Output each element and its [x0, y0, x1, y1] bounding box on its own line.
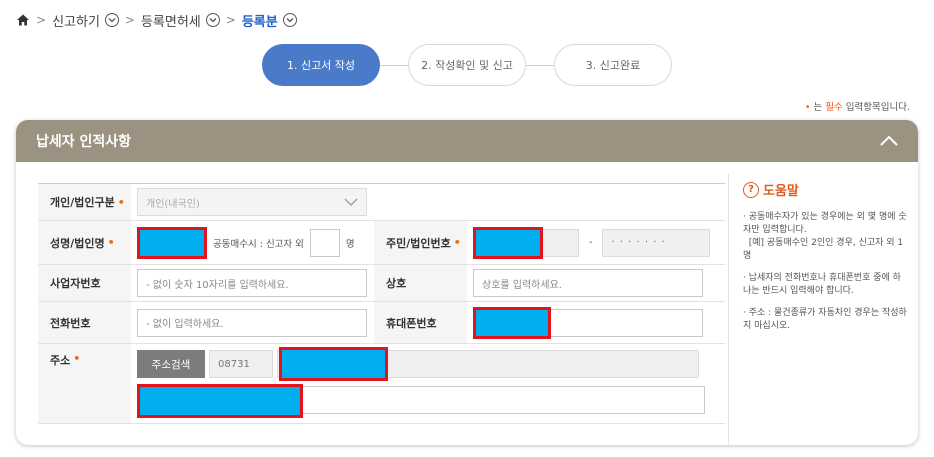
breadcrumb: > 신고하기 > 등록면허세 > 등록분 [16, 10, 297, 30]
step-write-form: 1. 신고서 작성 [262, 44, 380, 86]
phone-input[interactable]: - 없이 입력하세요. [137, 308, 367, 337]
address-detail-redacted [137, 384, 303, 418]
breadcrumb-label: 등록면허세 [140, 14, 201, 30]
chevron-right-icon: > [225, 13, 236, 27]
type-select[interactable]: 개인(내국인) [137, 188, 367, 216]
help-item: · 공동매수자가 있는 경우에는 외 몇 명에 숫자만 입력합니다. [예] 공… [743, 212, 907, 261]
mobile-label-text: 휴대폰번호 [386, 316, 437, 330]
name-input-redacted[interactable] [137, 226, 207, 259]
chevron-down-icon[interactable] [104, 13, 119, 27]
name-label: 성명/법인명 • [38, 221, 131, 264]
mobile-cell [467, 302, 725, 343]
chevron-down-icon[interactable] [282, 13, 297, 27]
collapse-button[interactable] [878, 130, 900, 152]
panel-title: 납세자 인적사항 [36, 134, 132, 150]
address-cell: 주소검색 08731 [131, 344, 725, 423]
zip-code-input[interactable]: 08731 [209, 350, 273, 378]
required-note-prefix: 는 [810, 102, 826, 113]
form-row-business: 사업자번호 - 없이 숫자 10자리를 입력하세요. 상호 상호를 입력하세요. [38, 265, 725, 302]
breadcrumb-item-license-tax[interactable]: 등록면허세 [141, 11, 220, 30]
chevron-right-icon: > [36, 13, 47, 27]
co-buyer-unit: 명 [345, 238, 355, 250]
biz-label-text: 사업자번호 [50, 277, 101, 290]
name-cell: 공동매수시 : 신고자 외 명 [131, 221, 374, 264]
step-indicator: 1. 신고서 작성 2. 작성확인 및 신고 3. 신고완료 [262, 44, 672, 86]
phone-label: 전화번호 [38, 302, 131, 343]
address-label-text: 주소 [50, 354, 71, 367]
form-row-type: 개인/법인구분 • 개인(내국인) [38, 184, 725, 221]
id-front-wrapper [473, 226, 579, 259]
trade-label-text: 상호 [386, 277, 407, 290]
taxpayer-info-panel: 납세자 인적사항 개인/법인구분 • 개인(내국인) 성명/법인명 • 공동매수시 … [16, 120, 918, 445]
required-note-suffix: 입력항목입니다. [842, 102, 910, 113]
step-confirm-report: 2. 작성확인 및 신고 [408, 44, 526, 86]
id-cell: - · · · · · · · [467, 221, 725, 264]
address-search-button[interactable]: 주소검색 [137, 350, 205, 378]
phone-cell: - 없이 입력하세요. [131, 302, 374, 343]
required-marker: • [117, 195, 125, 209]
type-label-text: 개인/법인구분 [50, 196, 115, 209]
form-row-phone: 전화번호 - 없이 입력하세요. 휴대폰번호 [38, 302, 725, 344]
mobile-redacted [473, 306, 551, 339]
required-note-highlight: 필수 [825, 102, 843, 113]
biz-number-input[interactable]: - 없이 숫자 10자리를 입력하세요. [137, 269, 367, 297]
id-label: 주민/법인번호 • [374, 221, 467, 264]
step-connector [380, 64, 408, 66]
chevron-down-icon [344, 198, 358, 206]
address-main-redacted [279, 347, 388, 381]
question-icon: ? [743, 181, 759, 198]
help-title: ? 도움말 [743, 180, 908, 199]
step-complete: 3. 신고완료 [554, 44, 672, 86]
co-buyer-label: 공동매수시 : 신고자 외 [213, 238, 304, 250]
breadcrumb-item-registration[interactable]: 등록분 [242, 11, 297, 30]
home-icon[interactable] [16, 13, 30, 27]
name-label-text: 성명/법인명 [50, 236, 105, 250]
help-title-text: 도움말 [763, 184, 799, 199]
help-item: · 주소 : 물건종류가 자동차인 경우는 작성하지 마십시오. [743, 308, 907, 331]
mobile-wrapper [473, 306, 703, 339]
type-select-value: 개인(내국인) [146, 198, 200, 210]
id-front-redacted [473, 226, 543, 259]
chevron-up-icon [880, 135, 898, 146]
panel-header: 납세자 인적사항 [16, 120, 918, 162]
phone-label-text: 전화번호 [50, 316, 91, 330]
biz-label: 사업자번호 [38, 265, 131, 301]
address-line-1: 주소검색 08731 [137, 347, 719, 381]
help-box: ? 도움말 · 공동매수자가 있는 경우에는 외 몇 명에 숫자만 입력합니다.… [728, 174, 918, 445]
breadcrumb-label: 신고하기 [52, 14, 100, 30]
form-row-address: 주소 • 주소검색 08731 [38, 344, 725, 424]
chevron-down-icon[interactable] [205, 13, 220, 27]
required-marker: • [107, 236, 115, 249]
id-label-text: 주민/법인번호 [386, 236, 451, 250]
trade-label: 상호 [374, 265, 467, 301]
co-buyer-count-input[interactable] [309, 228, 340, 257]
biz-cell: - 없이 숫자 10자리를 입력하세요. [131, 265, 374, 301]
mobile-label: 휴대폰번호 [374, 302, 467, 343]
required-fields-note: • 는 필수 입력항목입니다. [805, 99, 910, 113]
id-separator: - [589, 237, 593, 248]
type-label: 개인/법인구분 • [38, 184, 131, 220]
help-item: · 납세자의 전화번호나 휴대폰번호 중에 하나는 반드시 입력해야 합니다. [743, 273, 901, 296]
address-label: 주소 • [38, 344, 131, 423]
trade-cell: 상호를 입력하세요. [467, 265, 725, 301]
step-connector [526, 64, 554, 66]
taxpayer-form: 개인/법인구분 • 개인(내국인) 성명/법인명 • 공동매수시 : 신고자 외 명… [38, 183, 725, 424]
type-cell: 개인(내국인) [131, 184, 725, 220]
address-line-2 [137, 384, 705, 418]
required-marker: • [453, 236, 461, 249]
breadcrumb-label: 등록분 [241, 14, 278, 30]
required-marker: • [73, 352, 81, 365]
breadcrumb-item-report[interactable]: 신고하기 [52, 11, 119, 30]
form-row-name: 성명/법인명 • 공동매수시 : 신고자 외 명 주민/법인번호 • - · · ·… [38, 221, 725, 265]
id-back-input[interactable]: · · · · · · · [602, 228, 711, 257]
address-main-wrapper [277, 347, 699, 381]
trade-name-input[interactable]: 상호를 입력하세요. [473, 269, 703, 297]
chevron-right-icon: > [124, 13, 135, 27]
